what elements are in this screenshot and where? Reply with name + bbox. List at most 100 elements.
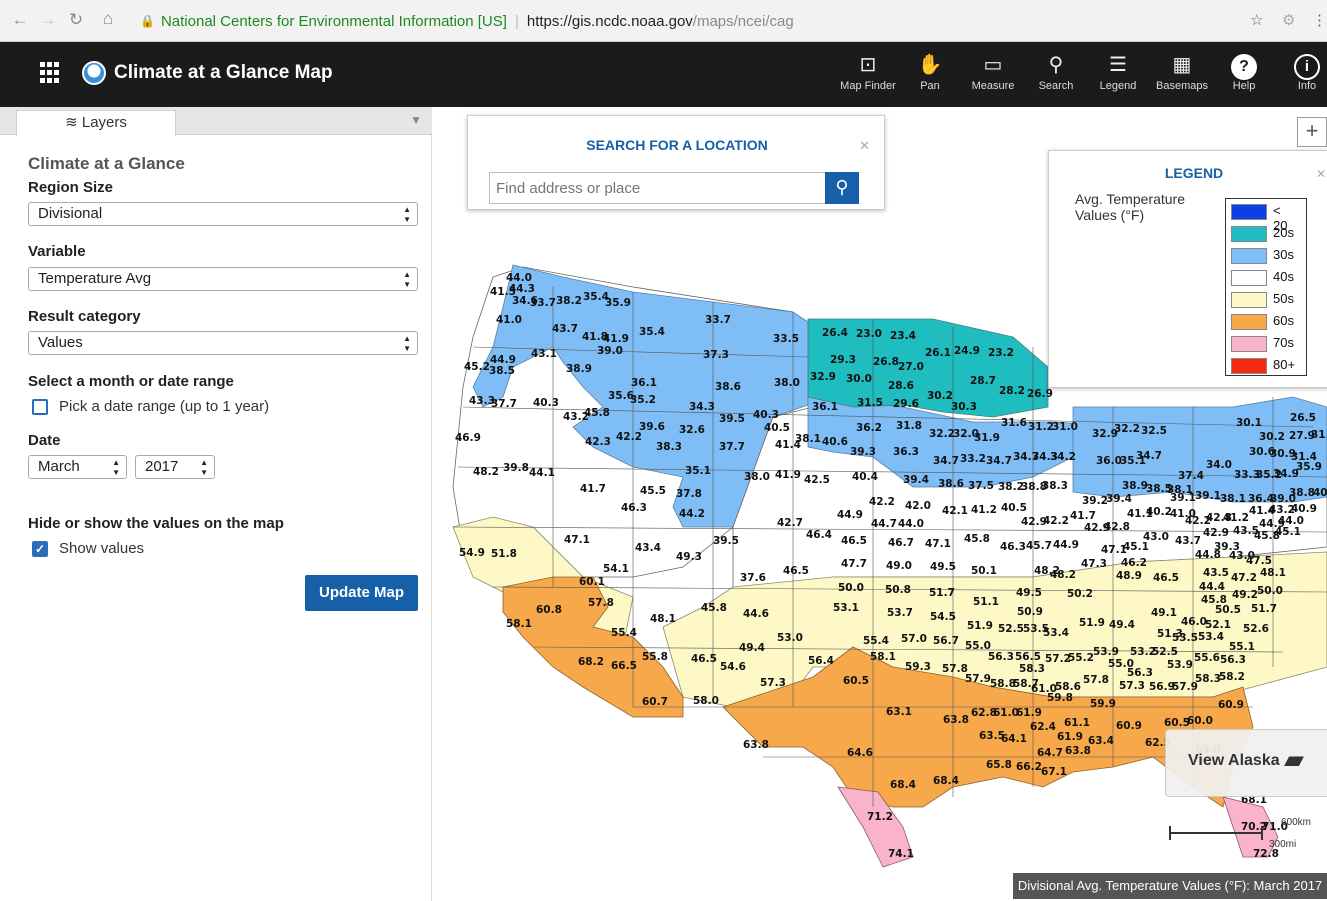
division-value: 37.4: [1178, 470, 1204, 482]
result-category-select[interactable]: Values ▲ ▼: [28, 331, 418, 355]
tool-label: Map Finder: [840, 80, 896, 92]
legend-label: 20s: [1273, 225, 1294, 240]
division-value: 54.9: [459, 547, 485, 559]
division-value: 59.3: [905, 661, 931, 673]
division-value: 59.8: [1047, 692, 1073, 704]
division-value: 58.3: [1019, 663, 1045, 675]
legend-swatch: [1231, 314, 1267, 330]
division-value: 50.8: [885, 584, 911, 596]
year-select[interactable]: 2017 ▲ ▼: [135, 455, 215, 479]
variable-value: Temperature Avg: [38, 270, 152, 287]
collapse-panel-icon[interactable]: ▼: [410, 113, 422, 127]
division-value: 26.8: [873, 356, 899, 368]
division-value: 39.3: [850, 446, 876, 458]
month-select[interactable]: March ▲ ▼: [28, 455, 127, 479]
close-icon[interactable]: ✕: [1316, 167, 1326, 181]
browser-menu-icon[interactable]: ⋮: [1312, 11, 1327, 29]
sidebar-tabstrip: ≋ Layers ▼: [0, 107, 432, 136]
bookmark-star-icon[interactable]: ☆: [1250, 11, 1263, 29]
division-value: 60.0: [1187, 715, 1213, 727]
home-icon[interactable]: ⌂: [96, 9, 120, 29]
tool-label: Basemaps: [1156, 80, 1208, 92]
tab-layers[interactable]: ≋ Layers: [16, 110, 176, 136]
division-value: 47.2: [1231, 572, 1257, 584]
app-grid-icon[interactable]: [40, 62, 62, 84]
division-value: 52.1: [1205, 619, 1231, 631]
tool-map-finder[interactable]: ⊡ Map Finder: [838, 52, 898, 92]
map-canvas[interactable]: 44.0 41.5 44.3 34.6 33.7 38.2 35.4 35.9 41.0 43.7…: [433, 107, 1327, 901]
division-value: 49.4: [739, 642, 765, 654]
division-value: 57.8: [588, 597, 614, 609]
division-value: 39.5: [713, 535, 739, 547]
division-value: 45.8: [1201, 594, 1227, 606]
tool-info[interactable]: i Info: [1277, 52, 1327, 92]
division-value: 35.2: [630, 394, 656, 406]
division-value: 58.0: [693, 695, 719, 707]
forward-icon[interactable]: →: [36, 10, 60, 30]
back-icon[interactable]: ←: [8, 10, 32, 30]
division-value: 28.2: [999, 385, 1025, 397]
division-value: 40.3: [753, 409, 779, 421]
division-value: 44.1: [529, 467, 555, 479]
division-value: 31.0: [1052, 421, 1078, 433]
division-value: 42.3: [585, 436, 611, 448]
extension-icon[interactable]: ⚙: [1282, 11, 1295, 29]
app-header: Climate at a Glance Map ⊡ Map Finder ✋ P…: [0, 42, 1327, 107]
division-value: 45.7: [1026, 540, 1052, 552]
update-map-button[interactable]: Update Map: [305, 575, 418, 611]
division-value: 27.0: [898, 361, 924, 373]
division-value: 56.7: [933, 635, 959, 647]
division-value: 38.0: [774, 377, 800, 389]
close-icon[interactable]: ✕: [859, 138, 870, 154]
view-alaska-button[interactable]: View Alaska ▰: [1165, 729, 1327, 797]
division-value: 46.5: [783, 565, 809, 577]
division-value: 31.2: [1028, 421, 1054, 433]
division-value: 51.1: [973, 596, 999, 608]
division-value: 44.2: [679, 508, 705, 520]
tool-basemaps[interactable]: ▦ Basemaps: [1152, 52, 1212, 92]
division-value: 41.0: [1170, 508, 1196, 520]
division-value: 48.2: [1050, 569, 1076, 581]
variable-select[interactable]: Temperature Avg ▲ ▼: [28, 267, 418, 291]
show-values-checkbox[interactable]: ✓: [32, 541, 48, 557]
date-range-checkbox[interactable]: [32, 399, 48, 415]
select-arrows-icon: ▲ ▼: [403, 270, 411, 289]
division-value: 41.9: [775, 469, 801, 481]
division-value: 55.4: [611, 627, 637, 639]
division-value: 45.8: [964, 533, 990, 545]
tool-help[interactable]: ? Help: [1214, 52, 1274, 92]
division-value: 54.6: [720, 661, 746, 673]
address-bar[interactable]: 🔒 National Centers for Environmental Inf…: [140, 7, 1240, 35]
reload-icon[interactable]: ↻: [64, 10, 88, 30]
url-host: https://gis.ncdc.noaa.gov: [526, 12, 693, 30]
search-input[interactable]: [489, 172, 826, 204]
division-value: 34.7: [986, 455, 1012, 467]
division-value: 42.2: [1043, 515, 1069, 527]
division-value: 36.0: [1096, 455, 1122, 467]
select-arrows-icon: ▲ ▼: [403, 205, 411, 224]
division-value: 57.9: [965, 673, 991, 685]
legend-label: 50s: [1273, 291, 1294, 306]
tool-measure[interactable]: ▭ Measure: [963, 52, 1023, 92]
search-icon: ⚲: [1048, 54, 1064, 76]
division-value: 32.9: [810, 371, 836, 383]
division-value: 40.7: [1313, 487, 1327, 499]
division-value: 50.0: [838, 582, 864, 594]
division-value: 46.5: [841, 535, 867, 547]
division-value: 41.2: [971, 504, 997, 516]
division-value: 42.1: [942, 505, 968, 517]
division-value: 50.1: [971, 565, 997, 577]
region-size-select[interactable]: Divisional ▲ ▼: [28, 202, 418, 226]
division-value: 63.8: [943, 714, 969, 726]
division-value: 23.0: [856, 328, 882, 340]
date-label: Date: [28, 432, 61, 449]
tool-search[interactable]: ⚲ Search: [1026, 52, 1086, 92]
search-button[interactable]: ⚲: [825, 172, 859, 204]
zoom-in-button[interactable]: +: [1297, 117, 1327, 147]
tool-legend[interactable]: ☰ Legend: [1088, 52, 1148, 92]
legend-swatch: [1231, 226, 1267, 242]
tool-pan[interactable]: ✋ Pan: [900, 52, 960, 92]
division-value: 48.1: [1260, 567, 1286, 579]
division-value: 33.7: [705, 314, 731, 326]
division-value: 43.1: [531, 348, 557, 360]
